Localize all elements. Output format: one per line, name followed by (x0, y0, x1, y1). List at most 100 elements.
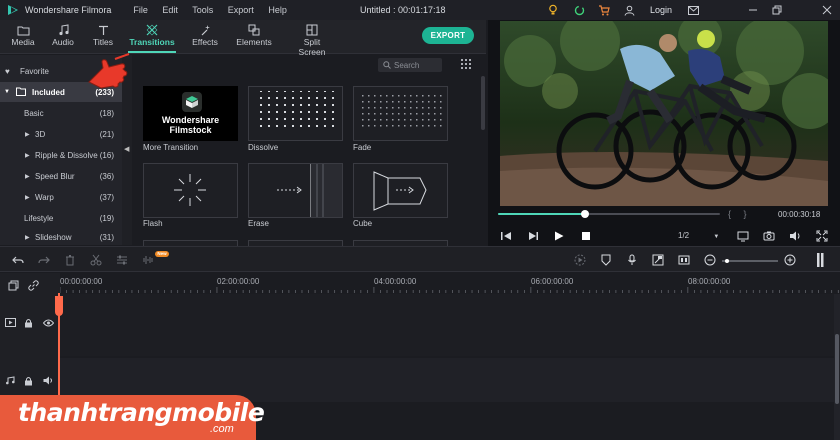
tab-media-label: Media (11, 37, 35, 47)
audio-waveform-icon[interactable] (142, 254, 154, 266)
close-icon[interactable] (820, 3, 834, 17)
export-button[interactable]: EXPORT (422, 27, 474, 44)
tab-audio[interactable]: Audio (50, 23, 76, 47)
grid-scrollbar[interactable] (481, 76, 485, 246)
dissolve-thumb (255, 91, 337, 131)
filmora-logo (8, 5, 18, 15)
menu-tools[interactable]: Tools (192, 5, 213, 15)
login-link[interactable]: Login (650, 5, 672, 15)
delete-icon[interactable] (64, 254, 76, 266)
timeline-toolbar (0, 246, 840, 272)
category-lifestyle[interactable]: Lifestyle (19) (0, 208, 122, 228)
category-speed-blur[interactable]: ▶ Speed Blur (36) (0, 166, 122, 186)
pointing-hand-icon (88, 53, 130, 89)
preview-scrub-handle[interactable] (580, 210, 589, 218)
fullscreen-icon[interactable] (816, 230, 828, 242)
transition-label: Fade (353, 143, 372, 152)
tab-titles[interactable]: Titles (90, 23, 116, 47)
category-label: Basic (24, 108, 44, 118)
display-monitor-icon[interactable] (737, 230, 749, 242)
transition-cube[interactable] (353, 163, 448, 218)
category-warp[interactable]: ▶ Warp (37) (0, 187, 122, 207)
zoom-slider[interactable] (722, 259, 778, 263)
link-icon[interactable] (28, 280, 39, 291)
storyboard-icon[interactable] (678, 254, 690, 266)
lock-icon[interactable] (24, 318, 33, 328)
undo-icon[interactable] (12, 254, 24, 266)
menu-help[interactable]: Help (268, 5, 287, 15)
menu-file[interactable]: File (133, 5, 148, 15)
lock-icon[interactable] (24, 376, 33, 386)
microphone-icon[interactable] (626, 254, 638, 266)
ruler-label: 00:00:00:00 (60, 277, 103, 286)
tab-effects[interactable]: Effects (190, 23, 220, 47)
minimize-icon[interactable] (746, 3, 760, 17)
category-basic[interactable]: Basic (18) (0, 103, 122, 123)
menu-export[interactable]: Export (228, 5, 254, 15)
transition-flash[interactable] (143, 163, 238, 218)
add-track-icon[interactable] (8, 280, 19, 291)
cart-icon[interactable] (597, 3, 611, 17)
volume-icon[interactable] (789, 230, 801, 242)
filmora-window: Wondershare Filmora File Edit Tools Expo… (0, 0, 840, 440)
eye-icon[interactable] (43, 319, 54, 327)
restore-icon[interactable] (770, 3, 784, 17)
zoom-out-icon[interactable] (704, 254, 716, 266)
category-count: (36) (99, 171, 114, 181)
category-3d[interactable]: ▶ 3D (21) (0, 124, 122, 144)
adjust-sliders-icon[interactable] (116, 254, 128, 266)
timeline-ruler[interactable]: 00:00:00:00 02:00:00:00 04:00:00:00 06:0… (60, 273, 840, 293)
category-slideshow[interactable]: ▶ Slideshow (31) (0, 229, 122, 245)
category-label: Ripple & Dissolve (35, 150, 98, 160)
category-label: Slideshow (35, 232, 72, 242)
transition-label: Dissolve (248, 143, 279, 152)
tab-split-screen[interactable]: Split Screen (290, 23, 334, 57)
timeline-scrollbar[interactable] (834, 294, 840, 440)
mark-in-out-icon[interactable]: { } (728, 209, 747, 219)
preview-scrub-bar[interactable] (498, 212, 720, 216)
tab-elements[interactable]: Elements (236, 23, 272, 47)
redo-icon[interactable] (38, 254, 50, 266)
search-placeholder: Search (394, 60, 420, 70)
timeline-panel-toggle-icon[interactable] (814, 252, 826, 268)
playhead-handle[interactable] (55, 296, 63, 316)
play-icon[interactable] (553, 230, 565, 242)
ruler-ticks (60, 287, 839, 293)
category-count: (16) (99, 150, 114, 160)
stop-icon[interactable] (580, 230, 592, 242)
transition-fade[interactable] (353, 86, 448, 141)
mail-icon[interactable] (686, 3, 700, 17)
preview-quality-select[interactable]: 1/2 ▼ (678, 231, 719, 240)
speaker-icon[interactable] (43, 376, 54, 385)
render-preview-icon[interactable] (574, 254, 586, 266)
scissors-icon[interactable] (90, 254, 102, 266)
category-count: (31) (99, 232, 114, 242)
skip-back-icon[interactable] (500, 230, 512, 242)
transition-dissolve[interactable] (248, 86, 343, 141)
menu-bar: File Edit Tools Export Help (133, 5, 298, 15)
account-icon[interactable] (622, 3, 636, 17)
transition-more-filmstock[interactable]: Wondershare Filmstock (143, 86, 238, 141)
zoom-in-icon[interactable] (784, 254, 796, 266)
grid-view-icon[interactable] (460, 58, 472, 70)
audio-track-icon (6, 376, 15, 385)
step-play-icon[interactable] (527, 230, 539, 242)
favorite-label: Favorite (20, 66, 49, 76)
category-count: (18) (99, 108, 114, 118)
tab-media[interactable]: Media (10, 23, 36, 47)
menu-edit[interactable]: Edit (162, 5, 178, 15)
transition-erase[interactable] (248, 163, 343, 218)
scrollbar-thumb[interactable] (835, 334, 839, 404)
snapshot-camera-icon[interactable] (763, 230, 775, 242)
category-ripple-dissolve[interactable]: ▶ Ripple & Dissolve (16) (0, 145, 122, 165)
caret-left-icon: ◀ (124, 146, 130, 153)
tab-transitions[interactable]: Transitions (128, 23, 176, 53)
search-box[interactable]: Search (378, 58, 442, 72)
scrollbar-thumb[interactable] (481, 76, 485, 130)
lightbulb-icon[interactable] (546, 3, 560, 17)
marker-shield-icon[interactable] (600, 254, 612, 266)
voiceover-icon[interactable] (652, 254, 664, 266)
filmstock-thumb-title: Wondershare Filmstock (161, 115, 220, 135)
video-track-lane[interactable] (60, 294, 835, 356)
sync-icon[interactable] (572, 3, 586, 17)
